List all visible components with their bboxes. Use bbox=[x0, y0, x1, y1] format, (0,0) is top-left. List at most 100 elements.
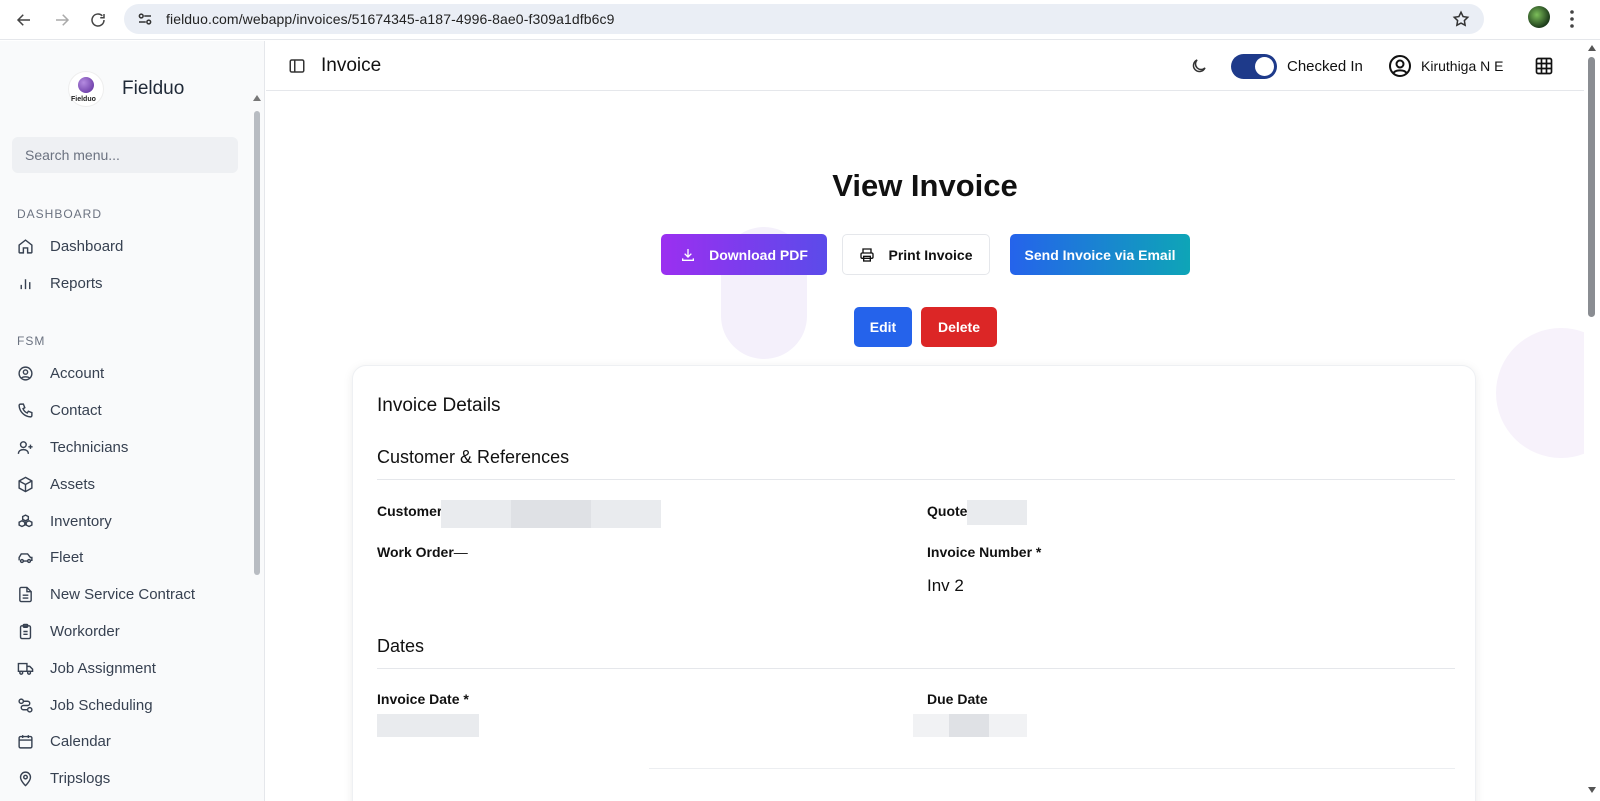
user-plus-icon bbox=[17, 440, 33, 454]
browser-menu-icon[interactable] bbox=[1570, 10, 1574, 28]
sidebar-item-label: Reports bbox=[50, 274, 103, 292]
bar-chart-icon bbox=[20, 278, 31, 289]
sidebar-item-assets[interactable]: Assets bbox=[17, 470, 247, 498]
truck-icon bbox=[17, 662, 34, 675]
box-icon bbox=[18, 476, 33, 492]
browser-profile-avatar[interactable] bbox=[1528, 6, 1550, 28]
route-icon bbox=[18, 697, 33, 713]
delete-button[interactable]: Delete bbox=[921, 307, 997, 347]
page-title: View Invoice bbox=[832, 168, 1018, 203]
sidebar-item-inventory[interactable]: Inventory bbox=[17, 507, 247, 535]
sidebar-item-label: Job Scheduling bbox=[50, 696, 153, 714]
sidebar-scrollbar[interactable] bbox=[252, 91, 262, 801]
invoice-details-card: Invoice Details Customer & References Cu… bbox=[352, 365, 1476, 801]
download-pdf-button[interactable]: Download PDF bbox=[661, 234, 827, 275]
printer-icon bbox=[860, 247, 875, 262]
sidebar-item-label: Dashboard bbox=[50, 237, 124, 255]
arrow-left-icon bbox=[16, 13, 30, 26]
back-button[interactable] bbox=[12, 8, 36, 32]
sidebar-item-workorder[interactable]: Workorder bbox=[17, 617, 247, 645]
invoice-number-label: Invoice Number * bbox=[927, 544, 1042, 560]
browser-toolbar: fielduo.com/webapp/invoices/51674345-a18… bbox=[0, 0, 1600, 40]
work-order-value: — bbox=[453, 544, 468, 560]
sidebar-item-account[interactable]: Account bbox=[17, 359, 247, 387]
due-date-value-redacted-part bbox=[949, 714, 989, 737]
sidebar-item-label: Tripslogs bbox=[50, 769, 111, 787]
forward-button[interactable] bbox=[50, 8, 74, 32]
customer-value-redacted-part bbox=[511, 500, 591, 528]
invoice-date-label: Invoice Date * bbox=[377, 691, 469, 707]
sidebar-item-label: Fleet bbox=[50, 548, 84, 566]
site-settings-icon[interactable] bbox=[136, 10, 154, 28]
sidebar-item-fleet[interactable]: Fleet bbox=[17, 543, 247, 571]
sidebar-item-label: Technicians bbox=[50, 438, 129, 456]
sidebar-item-label: Calendar bbox=[50, 732, 111, 750]
card-title: Invoice Details bbox=[377, 395, 501, 416]
sidebar-item-label: Job Assignment bbox=[50, 659, 156, 677]
scroll-up-arrow[interactable] bbox=[253, 95, 261, 101]
toggle-knob bbox=[1255, 57, 1274, 76]
section-divider bbox=[377, 668, 1455, 669]
checked-in-toggle[interactable] bbox=[1231, 54, 1277, 79]
sidebar-item-label: New Service Contract bbox=[50, 585, 196, 603]
section-label-dashboard: DASHBOARD bbox=[17, 207, 103, 221]
map-pin-icon bbox=[19, 770, 32, 787]
phone-icon bbox=[18, 402, 33, 418]
search-menu-input[interactable] bbox=[12, 137, 238, 173]
dark-mode-moon-icon[interactable] bbox=[1190, 57, 1208, 75]
calendar-icon bbox=[18, 734, 33, 749]
sidebar-item-reports[interactable]: Reports bbox=[17, 269, 247, 297]
download-icon bbox=[682, 248, 695, 261]
sidebar-item-label: Contact bbox=[50, 401, 102, 419]
work-order-label-text: Work Order bbox=[377, 544, 454, 560]
sidebar-item-technicians[interactable]: Technicians bbox=[17, 433, 247, 461]
reload-button[interactable] bbox=[86, 8, 110, 32]
file-text-icon bbox=[19, 586, 32, 602]
sidebar-item-calendar[interactable]: Calendar bbox=[17, 727, 247, 755]
section-divider bbox=[377, 479, 1455, 480]
section-title-customer-references: Customer & References bbox=[377, 447, 570, 467]
scroll-down-arrow[interactable] bbox=[1588, 787, 1596, 793]
quote-label: Quote bbox=[927, 503, 968, 519]
arrow-right-icon bbox=[56, 13, 70, 26]
print-invoice-label: Print Invoice bbox=[888, 246, 973, 263]
section-divider bbox=[649, 768, 1455, 769]
sidebar-item-dashboard[interactable]: Dashboard bbox=[17, 232, 247, 260]
main-scrollbar[interactable] bbox=[1584, 41, 1600, 801]
brand-name: Fielduo bbox=[122, 78, 185, 99]
section-title-dates: Dates bbox=[377, 636, 425, 656]
address-bar[interactable]: fielduo.com/webapp/invoices/51674345-a18… bbox=[124, 4, 1484, 34]
main-content: View Invoice Download PDF Print Invoice … bbox=[266, 92, 1584, 801]
sidebar-item-new-service-contract[interactable]: New Service Contract bbox=[17, 580, 247, 608]
sidebar: Fielduo Fielduo DASHBOARD Dashboard Repo… bbox=[0, 41, 265, 801]
brand[interactable]: Fielduo Fielduo bbox=[68, 71, 184, 107]
sidebar-item-tripslogs[interactable]: Tripslogs bbox=[17, 764, 247, 792]
brand-logo: Fielduo bbox=[68, 71, 104, 107]
sidebar-item-label: Account bbox=[50, 364, 105, 382]
send-invoice-email-button[interactable]: Send Invoice via Email bbox=[1010, 234, 1190, 275]
user-circle-icon[interactable] bbox=[1388, 54, 1412, 78]
sidebar-item-job-scheduling[interactable]: Job Scheduling bbox=[17, 691, 247, 719]
top-bar-title: Invoice bbox=[321, 55, 382, 76]
sidebar-item-label: Workorder bbox=[50, 622, 120, 640]
boxes-icon bbox=[18, 513, 33, 527]
bookmark-star-icon[interactable] bbox=[1452, 10, 1470, 28]
sidebar-item-label: Inventory bbox=[50, 512, 112, 530]
brand-logo-text: Fielduo bbox=[71, 96, 96, 103]
sidebar-item-contact[interactable]: Contact bbox=[17, 396, 247, 424]
customer-label: Customer bbox=[377, 503, 443, 519]
user-name[interactable]: Kiruthiga N E bbox=[1421, 58, 1503, 74]
sidebar-item-label: Assets bbox=[50, 475, 96, 493]
sidebar-toggle-icon[interactable] bbox=[288, 57, 306, 75]
edit-button[interactable]: Edit bbox=[854, 307, 912, 347]
top-bar: Invoice Checked In Kiruthiga N E bbox=[266, 41, 1584, 91]
sidebar-item-job-assignment[interactable]: Job Assignment bbox=[17, 654, 247, 682]
apps-grid-icon[interactable] bbox=[1534, 56, 1554, 76]
invoice-number-value: Inv 2 bbox=[927, 576, 964, 595]
print-invoice-button[interactable]: Print Invoice bbox=[842, 234, 990, 275]
invoice-date-value-redacted bbox=[377, 714, 479, 737]
url-text[interactable]: fielduo.com/webapp/invoices/51674345-a18… bbox=[166, 11, 615, 27]
main-scroll-thumb[interactable] bbox=[1588, 57, 1595, 317]
sidebar-scroll-thumb[interactable] bbox=[254, 111, 260, 575]
scroll-up-arrow[interactable] bbox=[1588, 45, 1596, 51]
